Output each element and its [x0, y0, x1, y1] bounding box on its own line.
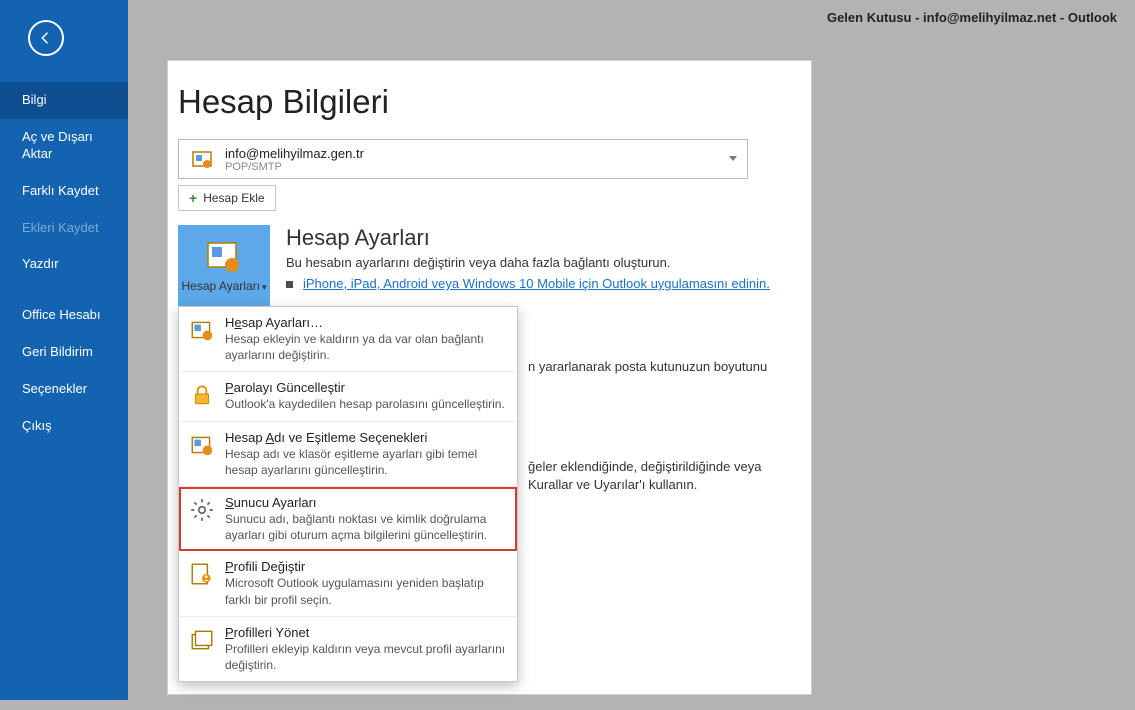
menu-item[interactable]: Hesap Ayarları…Hesap ekleyin ve kaldırın… [179, 307, 517, 372]
profile-icon [189, 561, 215, 587]
nav-item[interactable]: Seçenekler [0, 371, 128, 408]
menu-item-title: Hesap Adı ve Eşitleme Seçenekleri [225, 430, 507, 445]
menu-item[interactable]: Profili DeğiştirMicrosoft Outlook uygula… [179, 551, 517, 616]
menu-item-title: Sunucu Ayarları [225, 495, 507, 510]
nav-item[interactable]: Office Hesabı [0, 297, 128, 334]
nav-item[interactable]: Geri Bildirim [0, 334, 128, 371]
menu-item-title: Hesap Ayarları… [225, 315, 507, 330]
section-desc: Bu hesabın ayarlarını değiştirin veya da… [286, 255, 811, 270]
menu-item-desc: Profilleri ekleyip kaldırın veya mevcut … [225, 641, 507, 673]
account-selector[interactable]: info@melihyilmaz.gen.tr POP/SMTP [178, 139, 748, 179]
account-settings-icon [204, 239, 244, 275]
back-button[interactable] [28, 20, 64, 56]
menu-item[interactable]: Parolayı GüncelleştirOutlook'a kaydedile… [179, 372, 517, 421]
menu-item[interactable]: Sunucu AyarlarıSunucu adı, bağlantı nokt… [179, 487, 517, 551]
add-account-label: Hesap Ekle [203, 191, 264, 205]
nav-item[interactable]: Bilgi [0, 82, 128, 119]
menu-item-desc: Hesap ekleyin ve kaldırın ya da var olan… [225, 331, 507, 363]
nav-item[interactable]: Çıkış [0, 408, 128, 445]
chevron-down-icon [729, 156, 737, 161]
account-email: info@melihyilmaz.gen.tr [225, 146, 364, 161]
gear-icon [189, 497, 215, 523]
bg-text-rules-2: Kurallar ve Uyarılar'ı kullanın. [528, 477, 697, 492]
menu-item-desc: Microsoft Outlook uygulamasını yeniden b… [225, 575, 507, 607]
content-panel: Hesap Bilgileri info@melihyilmaz.gen.tr … [167, 60, 812, 695]
menu-item[interactable]: Hesap Adı ve Eşitleme SeçenekleriHesap a… [179, 422, 517, 487]
window-title: Gelen Kutusu - info@melihyilmaz.net - Ou… [827, 10, 1117, 25]
add-account-button[interactable]: + Hesap Ekle [178, 185, 276, 211]
menu-item-desc: Sunucu adı, bağlantı noktası ve kimlik d… [225, 511, 507, 543]
section-title: Hesap Ayarları [286, 225, 811, 251]
account-settings-button[interactable]: Hesap Ayarları▾ [178, 225, 270, 307]
nav-item[interactable]: Yazdır [0, 246, 128, 283]
menu-item[interactable]: Profilleri YönetProfilleri ekleyip kaldı… [179, 617, 517, 681]
bg-text-rules-1: ğeler eklendiğinde, değiştirildiğinde ve… [528, 459, 761, 474]
account-icon [189, 432, 215, 458]
profiles-icon [189, 627, 215, 653]
nav-item[interactable]: Farklı Kaydet [0, 173, 128, 210]
backstage-sidebar: BilgiAç ve Dışarı AktarFarklı KaydetEkle… [0, 0, 128, 700]
nav-separator [0, 283, 128, 297]
arrow-left-icon [37, 29, 55, 47]
menu-item-title: Parolayı Güncelleştir [225, 380, 507, 395]
bg-text-mailbox: n yararlanarak posta kutunuzun boyutunu [528, 359, 767, 374]
menu-item-desc: Outlook'a kaydedilen hesap parolasını gü… [225, 396, 507, 412]
menu-item-desc: Hesap adı ve klasör eşitleme ayarları gi… [225, 446, 507, 478]
outlook-app-link[interactable]: iPhone, iPad, Android veya Windows 10 Mo… [303, 276, 770, 291]
bullet-icon [286, 281, 293, 288]
nav-item: Ekleri Kaydet [0, 210, 128, 247]
account-type: POP/SMTP [225, 161, 364, 173]
nav-item[interactable]: Aç ve Dışarı Aktar [0, 119, 128, 173]
account-icon [185, 145, 219, 173]
plus-icon: + [189, 190, 197, 206]
lock-icon [189, 382, 215, 408]
nav-list: BilgiAç ve Dışarı AktarFarklı KaydetEkle… [0, 82, 128, 445]
account-settings-menu: Hesap Ayarları…Hesap ekleyin ve kaldırın… [178, 306, 518, 682]
menu-item-title: Profilleri Yönet [225, 625, 507, 640]
page-title: Hesap Bilgileri [178, 83, 811, 121]
account-icon [189, 317, 215, 343]
menu-item-title: Profili Değiştir [225, 559, 507, 574]
